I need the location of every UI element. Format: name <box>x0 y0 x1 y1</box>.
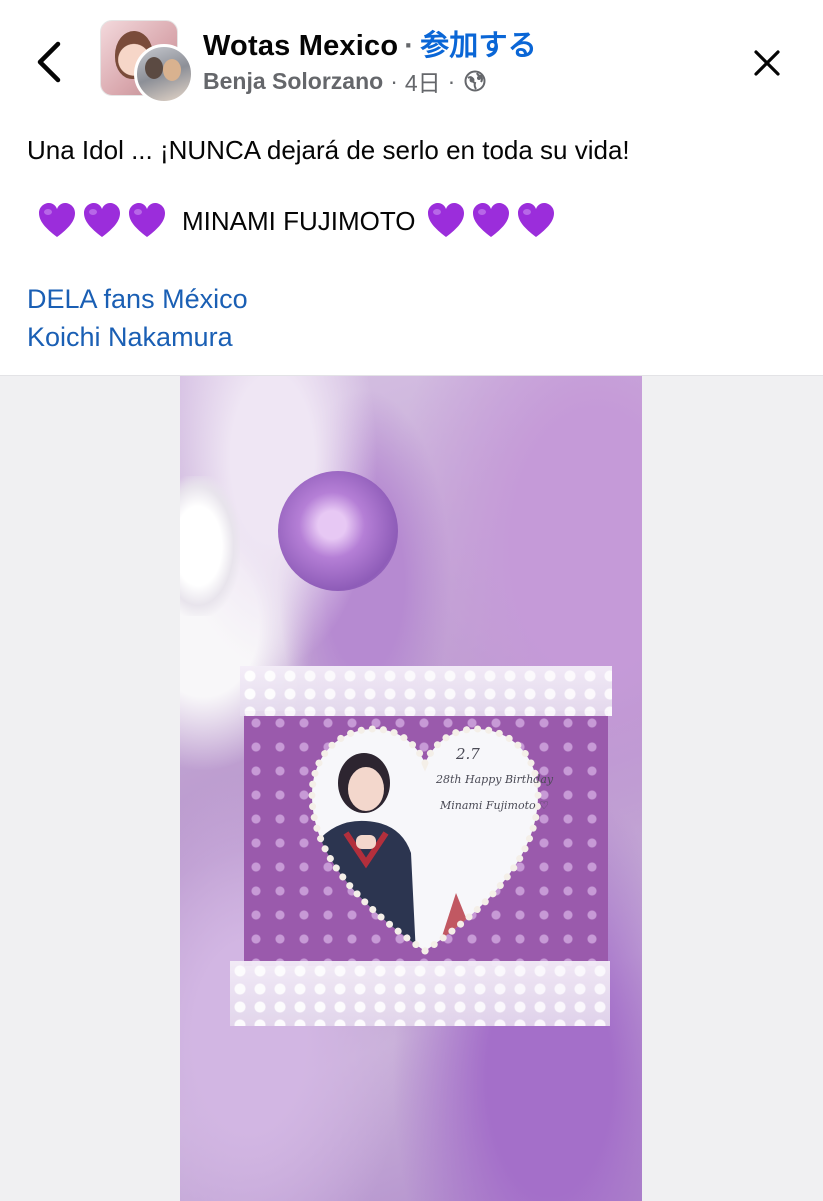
post-text-line1: Una Idol ... ¡NUNCA dejará de serlo en t… <box>27 135 630 165</box>
heart-photo-frame <box>308 725 542 955</box>
group-title: Wotas Mexico · 参加する <box>203 22 537 64</box>
join-button[interactable]: 参加する <box>420 30 537 62</box>
author-avatar[interactable] <box>134 44 194 104</box>
title-separator: · <box>404 30 415 62</box>
post-time[interactable]: 4日 <box>405 64 441 98</box>
meta-separator-2: · <box>447 67 456 94</box>
photo-date-text: 2.7 <box>456 745 480 763</box>
photo-birthday-text: 28th Happy Birthday <box>436 773 554 786</box>
lace-card: 2.7 28th Happy Birthday Minami Fujimoto … <box>244 711 608 966</box>
tag-link-dela-fans[interactable]: DELA fans México <box>27 284 248 315</box>
post-photo[interactable]: 2.7 28th Happy Birthday Minami Fujimoto … <box>180 376 642 1201</box>
purple-heart-icon <box>517 203 554 237</box>
lace-trim-top <box>240 666 612 716</box>
author-name[interactable]: Benja Solorzano <box>203 68 383 95</box>
purple-heart-icon <box>129 203 165 237</box>
back-arrow-icon[interactable] <box>30 38 70 86</box>
photo-frame: 2.7 28th Happy Birthday Minami Fujimoto … <box>230 666 612 1036</box>
photo-ribbon-flower <box>278 471 398 591</box>
globe-icon <box>464 70 486 92</box>
purple-heart-icon <box>84 203 120 237</box>
purple-heart-icon <box>472 203 509 237</box>
idol-name: MINAMI FUJIMOTO <box>182 205 416 236</box>
purple-heart-icon <box>39 203 75 237</box>
meta-separator: · <box>390 67 398 94</box>
photo-viewer[interactable]: 2.7 28th Happy Birthday Minami Fujimoto … <box>0 375 823 1201</box>
post-header: Wotas Mexico · 参加する Benja Solorzano · 4日 · <box>0 0 823 110</box>
post-text-line2: MINAMI FUJIMOTO <box>37 202 561 240</box>
close-icon[interactable] <box>752 48 782 78</box>
photo-name-text: Minami Fujimoto ♡ <box>440 799 549 812</box>
group-name-link[interactable]: Wotas Mexico <box>203 30 398 62</box>
photo-decoration <box>180 476 240 616</box>
lace-trim-bottom <box>230 961 610 1026</box>
tag-link-koichi-nakamura[interactable]: Koichi Nakamura <box>27 322 233 353</box>
post-meta: Benja Solorzano · 4日 · <box>203 64 486 98</box>
purple-heart-icon <box>427 203 464 237</box>
avatar-stack[interactable] <box>100 20 194 104</box>
